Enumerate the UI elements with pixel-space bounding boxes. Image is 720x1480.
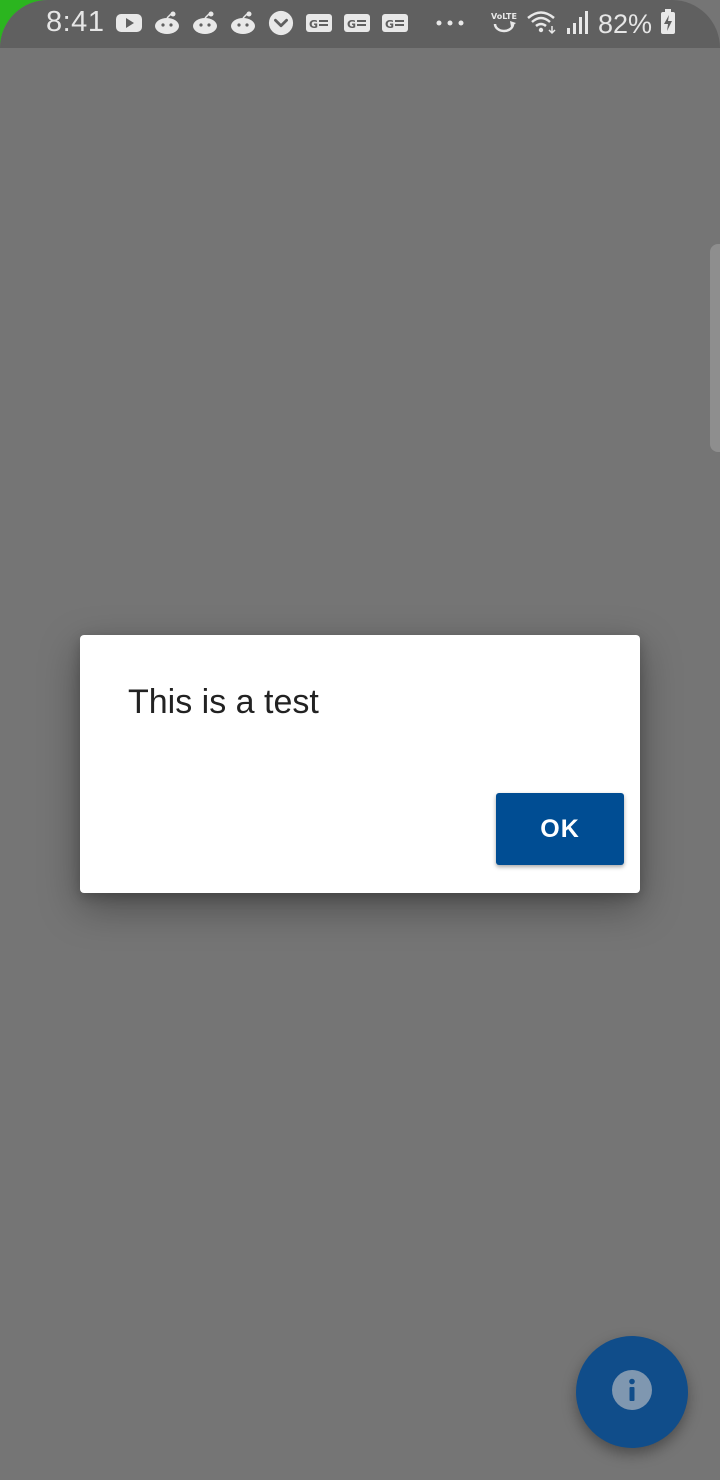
status-bar: 8:41 G G G VoLTE 82% bbox=[0, 0, 720, 48]
svg-text:G: G bbox=[347, 18, 356, 31]
battery-percent: 82% bbox=[597, 9, 652, 39]
reddit-icon bbox=[192, 10, 218, 36]
volte-icon: VoLTE bbox=[490, 8, 518, 41]
dialog-message: This is a test bbox=[128, 683, 319, 721]
wifi-icon bbox=[526, 9, 558, 40]
system-status-icons: VoLTE 82% bbox=[490, 8, 676, 41]
info-icon bbox=[611, 1369, 653, 1416]
svg-text:VoLTE: VoLTE bbox=[491, 12, 517, 21]
info-fab-button[interactable] bbox=[576, 1336, 688, 1448]
svg-text:G: G bbox=[385, 18, 394, 31]
app-background-scrim[interactable]: 8:41 G G G VoLTE 82% This is a test OK bbox=[0, 0, 720, 1480]
pocket-icon bbox=[268, 10, 294, 36]
reddit-icon bbox=[230, 10, 256, 36]
status-time: 8:41 bbox=[46, 6, 105, 38]
youtube-icon bbox=[116, 10, 142, 36]
scrollbar-handle[interactable] bbox=[710, 244, 720, 452]
more-dots-icon bbox=[430, 10, 470, 36]
alert-dialog: This is a test OK bbox=[80, 635, 640, 893]
news-icon: G bbox=[382, 10, 408, 36]
phone-screen: 8:41 G G G VoLTE 82% This is a test OK bbox=[0, 0, 720, 1480]
news-icon: G bbox=[344, 10, 370, 36]
reddit-icon bbox=[154, 10, 180, 36]
battery-charging-icon bbox=[660, 9, 676, 40]
ok-button[interactable]: OK bbox=[496, 793, 624, 865]
notification-icons: G G G bbox=[116, 10, 470, 36]
svg-text:G: G bbox=[309, 18, 318, 31]
news-icon: G bbox=[306, 10, 332, 36]
signal-icon bbox=[566, 9, 590, 40]
